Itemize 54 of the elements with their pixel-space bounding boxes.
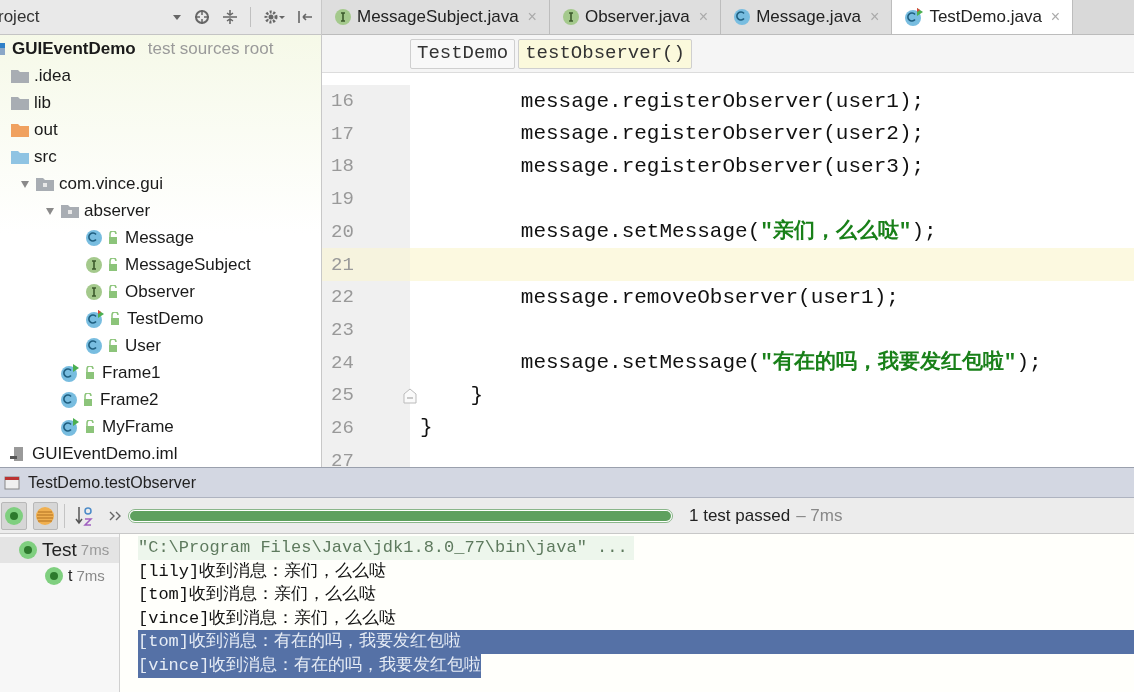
line-number: 23 xyxy=(331,317,354,343)
tree-item[interactable]: TestDemo xyxy=(127,305,204,332)
console-line: [vince]收到消息：亲们，么么哒 xyxy=(138,607,397,630)
tree-item[interactable]: lib xyxy=(34,89,51,116)
breadcrumb[interactable]: TestDemo xyxy=(410,38,516,69)
test-item[interactable]: Test xyxy=(42,535,77,565)
line-number: 22 xyxy=(331,285,354,311)
tree-item[interactable]: GUIEventDemo xyxy=(12,35,136,62)
line-number: 25 xyxy=(331,383,354,409)
line-number: 26 xyxy=(331,415,354,441)
duration-text: – 7ms xyxy=(796,504,843,527)
line-number: 24 xyxy=(331,350,354,376)
line-number: 16 xyxy=(331,89,354,115)
test-duration: 7ms xyxy=(76,565,105,586)
test-duration: 7ms xyxy=(80,539,110,560)
code-line: message.removeObserver(user1); xyxy=(519,284,899,311)
tree-item[interactable]: Frame1 xyxy=(102,359,161,386)
tree-item-hint: test sources root xyxy=(147,37,274,60)
editor-tab[interactable]: Observer.java × xyxy=(549,0,722,34)
code-line: message.registerObserver(user1); xyxy=(519,88,925,115)
tree-item[interactable]: MyFrame xyxy=(102,413,174,440)
line-number: 17 xyxy=(331,121,354,147)
code-line: } xyxy=(419,415,433,442)
breadcrumb[interactable]: testObserver() xyxy=(518,38,692,69)
console-line: [lily]收到消息：亲们，么么哒 xyxy=(138,560,387,583)
panel-title: TestDemo.testObserver xyxy=(28,472,197,493)
editor-tab[interactable]: Message.java × xyxy=(721,0,893,34)
tree-item[interactable]: GUIEventDemo.iml xyxy=(32,440,178,467)
code-line: message.setMessage("有在的吗，我要发红包啦"); xyxy=(519,349,1042,377)
tree-item[interactable]: User xyxy=(125,332,161,359)
line-number: 27 xyxy=(331,448,354,467)
line-number: 21 xyxy=(331,252,354,278)
editor-tab[interactable]: MessageSubject.java × xyxy=(322,0,550,34)
line-number: 20 xyxy=(331,219,354,245)
code-line: message.setMessage("亲们，么么哒"); xyxy=(519,218,937,246)
code-line: message.registerObserver(user3); xyxy=(519,153,925,180)
tree-item[interactable]: Observer xyxy=(125,278,195,305)
editor-tab[interactable]: TestDemo.java × xyxy=(892,0,1074,34)
tree-item[interactable]: abserver xyxy=(84,197,151,224)
panel-title: roject xyxy=(0,6,40,29)
line-number: 19 xyxy=(331,187,354,213)
tree-item[interactable]: Frame2 xyxy=(100,386,159,413)
code-line: } xyxy=(469,382,483,409)
tree-item[interactable]: .idea xyxy=(34,62,71,89)
tree-item[interactable]: com.vince.gui xyxy=(59,170,163,197)
line-number: 18 xyxy=(331,154,354,180)
test-item[interactable]: t xyxy=(68,564,73,588)
tree-item[interactable]: out xyxy=(34,116,58,143)
tree-item[interactable]: Message xyxy=(125,224,194,251)
code-line: message.registerObserver(user2); xyxy=(519,121,925,148)
console-line: [tom]收到消息：亲们，么么哒 xyxy=(138,584,376,607)
tree-item[interactable]: src xyxy=(34,143,57,170)
tree-item[interactable]: MessageSubject xyxy=(125,251,251,278)
status-text: 1 test passed xyxy=(689,504,791,527)
